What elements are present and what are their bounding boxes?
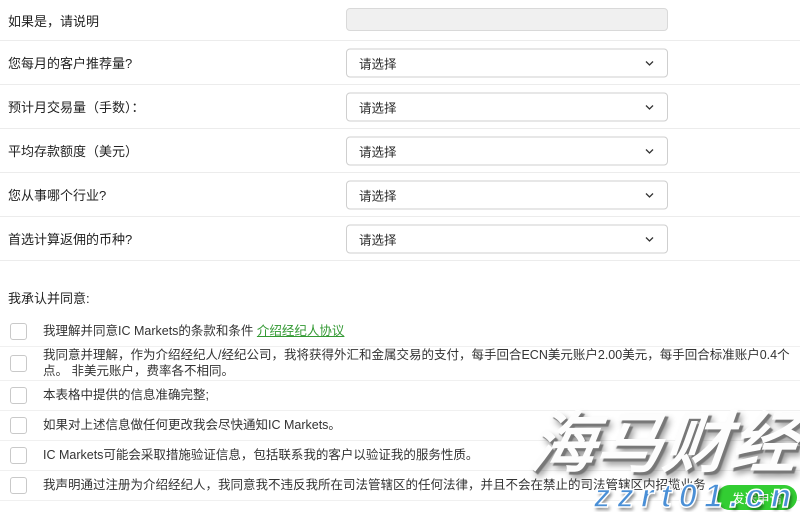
agreement-text: 本表格中提供的信息准确完整;	[43, 387, 209, 403]
monthly-referrals-select[interactable]: 请选择	[346, 48, 668, 77]
clarification-label: 如果是，请说明	[8, 11, 99, 30]
monthly-volume-select[interactable]: 请选择	[346, 92, 668, 121]
average-deposit-label: 平均存款额度（美元）	[8, 141, 138, 160]
agreement-row-notify-changes: 如果对上述信息做任何更改我会尽快通知IC Markets。	[0, 411, 800, 441]
ib-application-form-page: 如果是，请说明 您每月的客户推荐量? 请选择 预计月交易量（手数）： 请选择 平…	[0, 0, 800, 512]
average-deposit-select[interactable]: 请选择	[346, 136, 668, 165]
select-value: 请选择	[359, 185, 644, 204]
agreement-section-title: 我承认并同意:	[0, 261, 800, 317]
agreement-text: 我同意并理解，作为介绍经纪人/经纪公司，我将获得外汇和金属交易的支付，每手回合E…	[43, 347, 792, 380]
ib-agreement-link[interactable]: 介绍经纪人协议	[257, 324, 345, 338]
chevron-down-icon	[644, 145, 655, 156]
select-value: 请选择	[359, 229, 644, 248]
agreement-row-jurisdiction: 我声明通过注册为介绍经纪人，我同意我不违反我所在司法管辖区的任何法律，并且不会在…	[0, 471, 800, 501]
form-row-average-deposit: 平均存款额度（美元） 请选择	[0, 129, 800, 173]
agreement-text: 我声明通过注册为介绍经纪人，我同意我不违反我所在司法管辖区的任何法律，并且不会在…	[43, 477, 706, 493]
form-row-monthly-referrals: 您每月的客户推荐量? 请选择	[0, 41, 800, 85]
monthly-referrals-label: 您每月的客户推荐量?	[8, 53, 132, 72]
submit-application-button[interactable]: 发送申请	[717, 485, 797, 510]
chevron-down-icon	[644, 233, 655, 244]
jurisdiction-checkbox[interactable]	[10, 477, 27, 494]
rebate-currency-label: 首选计算返佣的币种?	[8, 229, 132, 248]
agreement-text: 我理解并同意IC Markets的条款和条件 介绍经纪人协议	[43, 323, 344, 339]
industry-select[interactable]: 请选择	[346, 180, 668, 209]
form-row-monthly-volume: 预计月交易量（手数）： 请选择	[0, 85, 800, 129]
chevron-down-icon	[644, 101, 655, 112]
clarification-input[interactable]	[346, 8, 668, 31]
verification-checkbox[interactable]	[10, 447, 27, 464]
rebate-currency-select[interactable]: 请选择	[346, 224, 668, 253]
agreement-text: 如果对上述信息做任何更改我会尽快通知IC Markets。	[43, 417, 341, 433]
accuracy-checkbox[interactable]	[10, 387, 27, 404]
payment-checkbox[interactable]	[10, 355, 27, 372]
agreement-row-verification: IC Markets可能会采取措施验证信息，包括联系我的客户以验证我的服务性质。	[0, 441, 800, 471]
monthly-volume-label: 预计月交易量（手数）：	[8, 97, 145, 116]
agreement-text: IC Markets可能会采取措施验证信息，包括联系我的客户以验证我的服务性质。	[43, 447, 478, 463]
form-row-rebate-currency: 首选计算返佣的币种? 请选择	[0, 217, 800, 261]
agreement-row-accuracy: 本表格中提供的信息准确完整;	[0, 381, 800, 411]
form-row-industry: 您从事哪个行业? 请选择	[0, 173, 800, 217]
chevron-down-icon	[644, 57, 655, 68]
form-row-clarification: 如果是，请说明	[0, 0, 800, 41]
industry-label: 您从事哪个行业?	[8, 185, 106, 204]
select-value: 请选择	[359, 53, 644, 72]
notify-changes-checkbox[interactable]	[10, 417, 27, 434]
select-value: 请选择	[359, 97, 644, 116]
agreement-row-terms: 我理解并同意IC Markets的条款和条件 介绍经纪人协议	[0, 317, 800, 347]
terms-checkbox[interactable]	[10, 323, 27, 340]
chevron-down-icon	[644, 189, 655, 200]
agreement-row-payment: 我同意并理解，作为介绍经纪人/经纪公司，我将获得外汇和金属交易的支付，每手回合E…	[0, 347, 800, 381]
select-value: 请选择	[359, 141, 644, 160]
agreement-text-terms: 我理解并同意IC Markets的条款和条件	[43, 324, 257, 338]
